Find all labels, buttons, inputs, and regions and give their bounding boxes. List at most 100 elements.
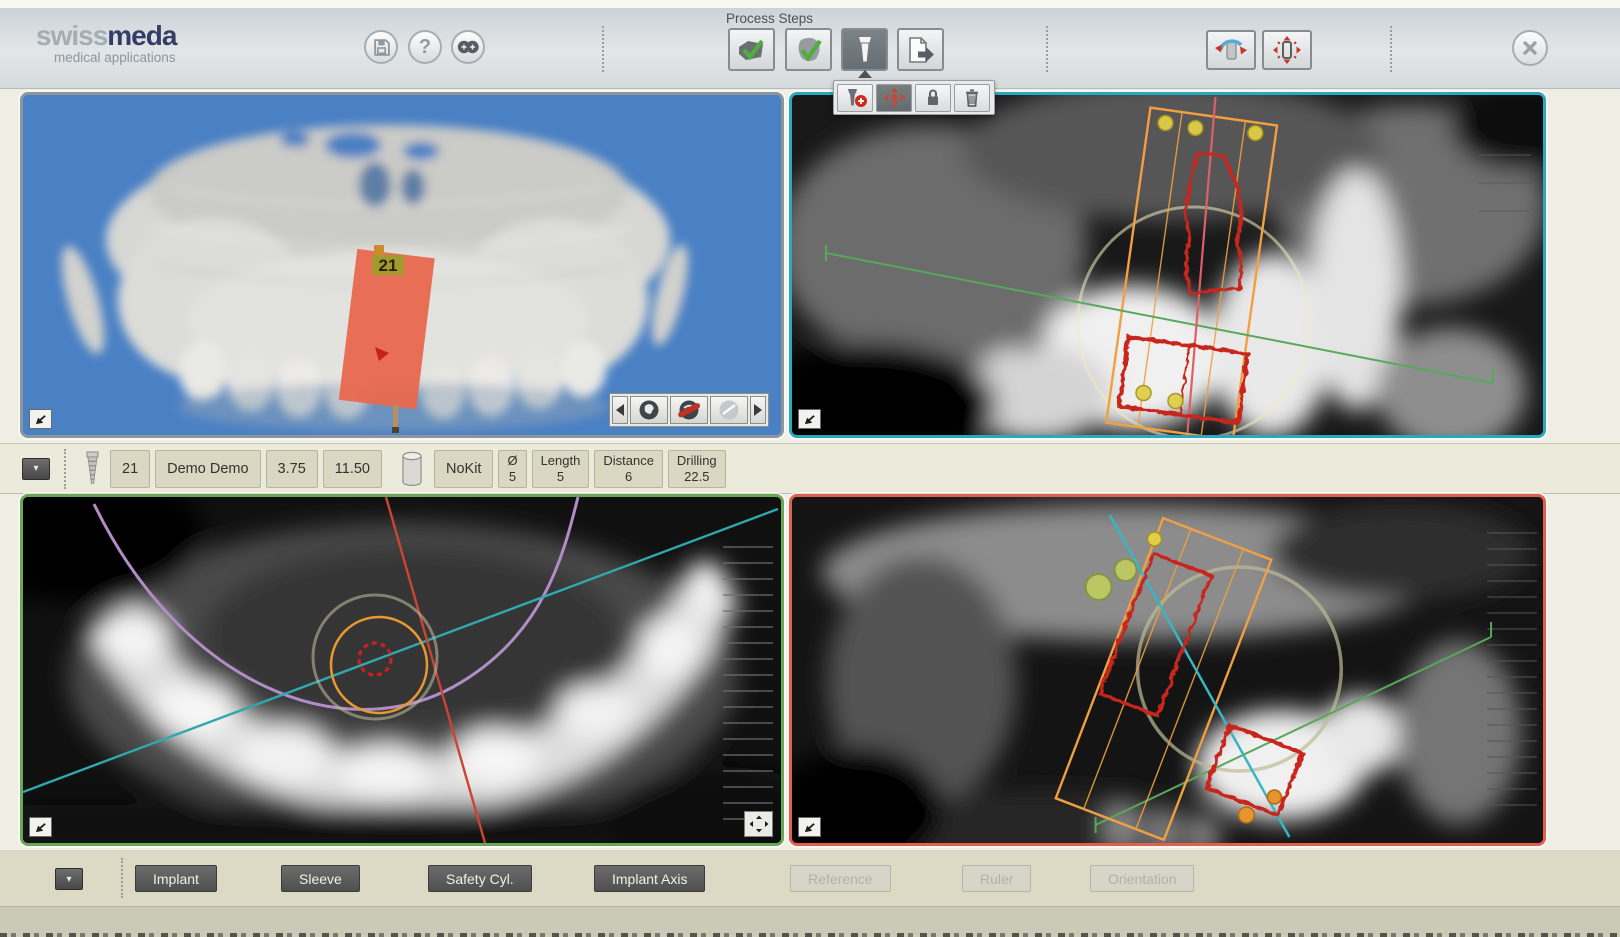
coronal-ct-scene [792,95,1543,435]
move-implant-button[interactable] [876,84,912,112]
main-toolbar: swissmeda medical applications ? Process… [0,8,1620,89]
toggle-ruler-button[interactable]: Ruler [962,865,1031,892]
double-circles-button[interactable] [451,30,485,64]
expand-viewport-button[interactable] [798,409,821,429]
sleeve-diameter-value: 5 [509,469,516,484]
app-logo: swissmeda medical applications [36,22,176,65]
step-validate-data-button[interactable] [728,28,775,71]
toggle-reference-button[interactable]: Reference [790,865,891,892]
translate-implant-button[interactable] [1262,30,1312,70]
implant-length-cell[interactable]: 11.50 [323,450,382,488]
scan-edge-texture [0,933,1620,937]
expand-icon [802,413,817,426]
toggle-sleeve-button[interactable]: Sleeve [281,865,360,892]
distance-cell[interactable]: Distance 6 [594,450,663,488]
viewport-sagittal[interactable] [789,494,1546,846]
step-approve-plan-button[interactable] [785,28,832,71]
axial-ct-scene [23,497,781,843]
window-bottom-strip [0,906,1620,937]
expand-viewport-button[interactable] [29,817,52,837]
dropdown-arrow-icon: ▾ [33,463,38,474]
drilling-value: 22.5 [684,469,709,484]
right-arrow-icon [754,404,762,416]
drilling-cell[interactable]: Drilling 22.5 [668,450,726,488]
rotate-implant-icon [1213,36,1249,64]
logo-subtitle: medical applications [54,51,176,65]
validate-data-icon [736,36,768,64]
save-icon [372,38,391,57]
four-way-arrows-icon [748,814,770,834]
implant-step-icon [855,34,875,65]
pan-control[interactable] [744,811,773,837]
step-implant-planning-button[interactable] [841,28,888,71]
close-icon [1520,38,1540,58]
sleeve-diameter-cell[interactable]: Ø 5 [498,450,526,488]
implant-diameter-cell[interactable]: 3.75 [266,450,318,488]
toggle-safety-cyl-button[interactable]: Safety Cyl. [428,865,532,892]
sleeve-length-cell[interactable]: Length 5 [532,450,590,488]
expand-viewport-button[interactable] [29,409,52,429]
overlay-dropdown[interactable]: ▾ [55,868,83,890]
3d-skull-render: 21 [23,95,781,435]
trash-icon [963,87,981,108]
delete-implant-button[interactable] [954,84,990,112]
next-view-button[interactable] [750,396,766,424]
save-button[interactable] [364,30,398,64]
sleeve-icon [395,450,429,488]
double-circles-icon [456,39,480,55]
app-window: swissmeda medical applications ? Process… [0,0,1620,937]
viewport-axial[interactable] [20,494,784,846]
help-button[interactable]: ? [408,30,442,64]
expand-icon [802,821,817,834]
close-button[interactable] [1512,30,1548,66]
logo-part-swiss: swiss [36,20,107,51]
lock-icon [924,87,942,108]
implant-name-cell[interactable]: Demo Demo [155,450,260,488]
rotate-implant-button[interactable] [1206,30,1256,70]
implant-label: 21 [379,256,398,275]
toolbar-separator [1390,26,1392,72]
expand-icon [33,413,48,426]
implant-info-bar: ▾ 21 Demo Demo 3.75 11.50 NoKit Ø 5 Leng… [0,443,1620,494]
toolbar-separator [602,26,604,72]
approve-plan-icon [794,36,824,64]
popup-callout-arrow [858,70,872,78]
diameter-symbol: Ø [507,453,517,468]
toggle-implant-axis-button[interactable]: Implant Axis [594,865,705,892]
disabled-view-icon [718,399,740,421]
logo-part-meda: meda [107,20,176,51]
clip-plane-button[interactable] [670,396,708,424]
lock-implant-button[interactable] [915,84,951,112]
drilling-label: Drilling [677,453,717,468]
distance-value: 6 [625,469,632,484]
implant-list-dropdown[interactable]: ▾ [22,458,50,480]
prev-view-button[interactable] [612,396,628,424]
sleeve-length-value: 5 [557,469,564,484]
kit-cell[interactable]: NoKit [434,450,493,488]
bone-view-icon [638,399,660,421]
clip-disabled-icon [678,399,700,421]
left-arrow-icon [616,404,624,416]
step-export-button[interactable] [897,28,944,71]
add-implant-button[interactable] [837,84,873,112]
viewport-coronal[interactable] [789,92,1546,438]
viewport-3d[interactable]: 21 [20,92,784,438]
window-top-strip [0,0,1620,8]
sagittal-ct-scene [792,497,1543,843]
process-steps-label: Process Steps [726,11,813,26]
move-implant-icon [883,87,906,108]
expand-icon [33,821,48,834]
bone-visibility-button[interactable] [630,396,668,424]
tooth-position-cell[interactable]: 21 [110,450,150,488]
expand-viewport-button[interactable] [798,817,821,837]
translate-implant-icon [1271,35,1303,65]
distance-label: Distance [603,453,654,468]
toggle-implant-button[interactable]: Implant [135,865,217,892]
toggle-orientation-button[interactable]: Orientation [1090,865,1194,892]
info-bar-separator [64,449,66,489]
implant-icon [80,450,105,488]
scan-visibility-button[interactable] [710,396,748,424]
implant-tools-popup [833,80,995,115]
toolbar-separator [1046,26,1048,72]
dropdown-arrow-icon: ▾ [66,874,71,885]
